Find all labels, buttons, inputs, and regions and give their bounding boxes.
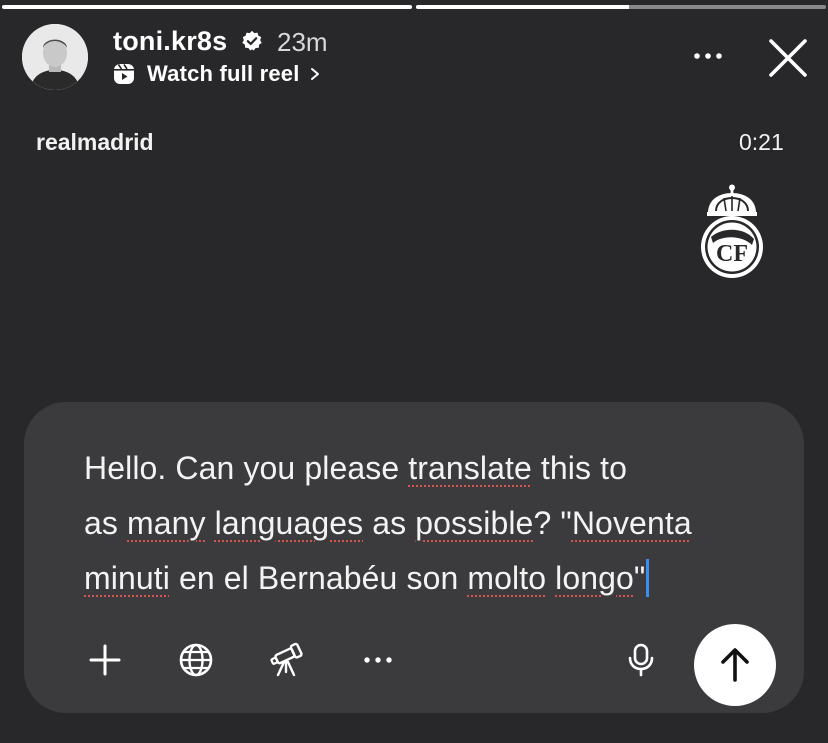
misspelled-word: translate <box>408 450 532 486</box>
progress-fill <box>416 5 630 9</box>
misspelled-word: languages <box>214 505 364 541</box>
globe-icon[interactable] <box>178 642 214 678</box>
message-composer[interactable]: Hello. Can you please translate this to … <box>24 402 804 713</box>
watch-full-reel-label: Watch full reel <box>147 61 300 86</box>
message-input[interactable]: Hello. Can you please translate this to … <box>84 441 784 606</box>
verified-badge-icon <box>242 30 262 51</box>
misspelled-word: longo <box>555 560 634 596</box>
chevron-right-icon <box>310 68 319 80</box>
telescope-icon[interactable] <box>268 642 304 678</box>
misspelled-word: minuti <box>84 560 170 596</box>
close-icon[interactable] <box>767 37 809 79</box>
story-progress-bar-2 <box>416 5 826 9</box>
plus-icon[interactable] <box>87 642 123 678</box>
message-line: minuti en el Bernabéu son molto longo" <box>84 551 784 606</box>
reel-duration: 0:21 <box>739 129 784 155</box>
message-line: as many languages as possible? "Noventa <box>84 505 692 541</box>
story-viewer: toni.kr8s 23m Watch full reel realmadrid… <box>0 0 828 743</box>
avatar-image <box>22 24 88 90</box>
more-icon[interactable] <box>692 50 724 62</box>
watch-full-reel-link[interactable]: Watch full reel <box>112 59 321 89</box>
reel-icon <box>114 64 134 84</box>
misspelled-word: molto <box>467 560 547 596</box>
text-caret <box>646 559 650 597</box>
username[interactable]: toni.kr8s <box>113 26 227 57</box>
real-madrid-crest-icon: CF <box>701 184 763 278</box>
ellipsis-icon[interactable] <box>360 642 396 678</box>
microphone-icon[interactable] <box>623 642 659 678</box>
send-button[interactable] <box>694 624 776 706</box>
misspelled-word: possible <box>415 505 534 541</box>
misspelled-word: many <box>127 505 206 541</box>
svg-text:CF: CF <box>716 241 748 267</box>
arrow-up-icon <box>721 648 749 682</box>
reel-account-name[interactable]: realmadrid <box>36 129 154 156</box>
message-line: Hello. Can you please translate this to <box>84 450 627 486</box>
time-ago: 23m <box>277 27 328 57</box>
misspelled-word: Noventa <box>571 505 692 541</box>
avatar[interactable] <box>22 24 88 90</box>
story-progress-bar-1 <box>2 5 412 9</box>
progress-fill <box>2 5 412 9</box>
